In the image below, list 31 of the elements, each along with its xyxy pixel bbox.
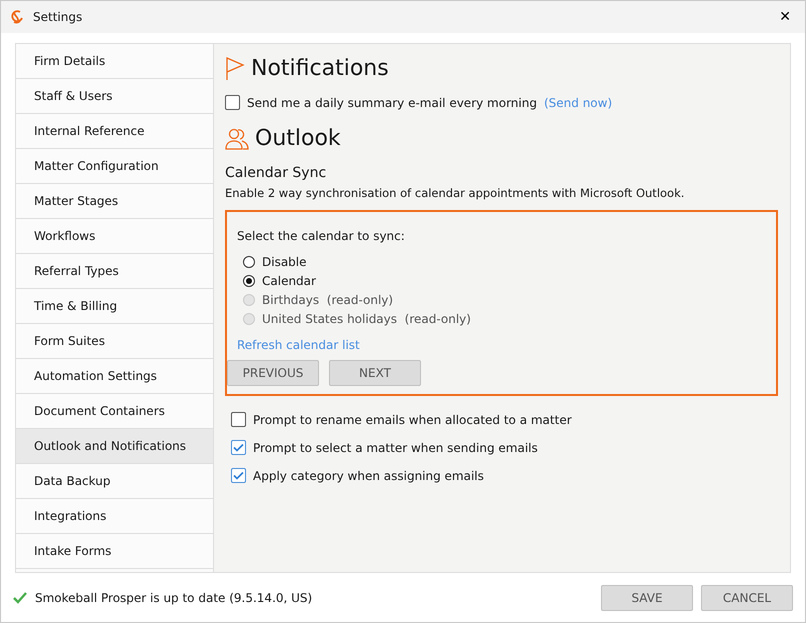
nav-button[interactable]: PREVIOUS bbox=[227, 360, 319, 386]
section-heading: Outlook bbox=[255, 126, 341, 151]
checkbox-label: Prompt to select a matter when sending emails bbox=[253, 440, 538, 454]
sidebar-item[interactable]: Outlook and Notifications bbox=[16, 429, 213, 464]
checkbox[interactable] bbox=[225, 95, 240, 110]
logo-icon bbox=[9, 9, 25, 25]
description-text: Enable 2 way synchronisation of calendar appointments with Microsoft Outlook. bbox=[225, 186, 686, 200]
window-title: Settings bbox=[33, 10, 84, 24]
radio-label: Birthdays (read-only) bbox=[262, 292, 394, 306]
status-text: Smokeball Prosper is up to date (9.5.14.0, US) bbox=[35, 590, 314, 604]
check-icon bbox=[13, 592, 27, 604]
checkbox-label: Send me a daily summary e-mail every morning bbox=[247, 96, 537, 110]
people-icon bbox=[225, 128, 249, 150]
radio-label: United States holidays (read-only) bbox=[262, 312, 471, 326]
nav-button[interactable]: NEXT bbox=[329, 360, 421, 386]
checkbox-label: Prompt to rename emails when allocated to a matter bbox=[253, 412, 572, 426]
prompt-text: Select the calendar to sync: bbox=[237, 229, 406, 243]
checkbox-label: Apply category when assigning emails bbox=[253, 468, 484, 482]
section-heading: Notifications bbox=[251, 56, 389, 81]
footer-button[interactable]: SAVE bbox=[601, 584, 693, 610]
footer-button[interactable]: CANCEL bbox=[701, 584, 793, 610]
radio-button[interactable] bbox=[243, 274, 255, 286]
subsection-title: Calendar Sync bbox=[225, 165, 328, 181]
checkbox[interactable] bbox=[231, 412, 246, 427]
flag-icon bbox=[225, 56, 245, 80]
radio-label: Calendar bbox=[262, 274, 316, 288]
checkbox[interactable] bbox=[231, 440, 246, 455]
radio-button[interactable] bbox=[243, 256, 255, 268]
radio-label: Disable bbox=[262, 254, 307, 268]
close-button[interactable]: ✕ bbox=[773, 5, 797, 29]
checkbox[interactable] bbox=[231, 468, 246, 483]
